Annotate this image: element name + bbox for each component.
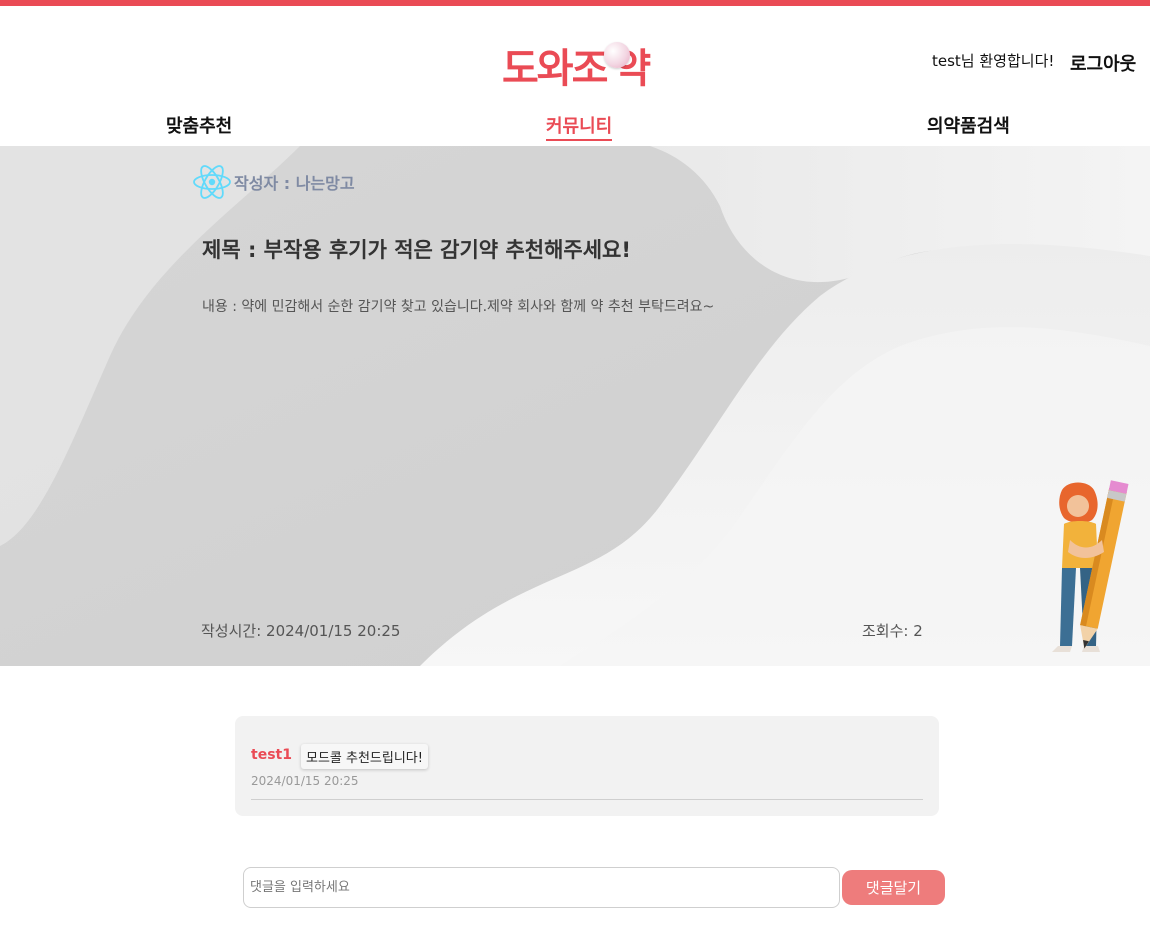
nav-item-community[interactable]: 커뮤니티 [546, 112, 613, 141]
welcome-message: test님 환영합니다! [932, 52, 1055, 70]
comment-submit-button[interactable]: 댓글달기 [842, 870, 945, 905]
paper-texture-background [0, 146, 1150, 666]
post-author: 작성자 : 나는망고 [192, 162, 355, 202]
post-view-count: 조회수: 2 [862, 622, 923, 640]
comment-list: test1 모드콜 추천드립니다! 2024/01/15 20:25 [235, 716, 939, 816]
react-atom-icon [193, 165, 231, 199]
post-author-label: 작성자 : 나는망고 [234, 174, 355, 193]
logo-text: 도와조 [502, 46, 608, 92]
girl-with-pencil-illustration [1052, 480, 1129, 652]
comment-divider [251, 799, 923, 800]
post-content: 내용 : 약에 민감해서 순한 감기약 찾고 있습니다.제약 회사와 함께 약 … [202, 299, 715, 315]
nav-item-medicine-search[interactable]: 의약품검색 [927, 112, 1010, 138]
comment-text: 모드콜 추천드립니다! [301, 744, 428, 769]
logout-button[interactable]: 로그아웃 [1070, 50, 1136, 76]
post-title: 제목 : 부작용 후기가 적은 감기약 추천해주세요! [202, 238, 631, 262]
nav-item-recommend[interactable]: 맞춤추천 [166, 112, 232, 138]
post-detail-panel: 작성자 : 나는망고 제목 : 부작용 후기가 적은 감기약 추천해주세요! 내… [0, 146, 1150, 666]
comment-date: 2024/01/15 20:25 [251, 774, 359, 788]
comment-input[interactable] [243, 867, 840, 908]
site-logo[interactable]: 도와조 약 [502, 38, 651, 92]
post-created-time: 작성시간: 2024/01/15 20:25 [201, 622, 401, 640]
comment-author: test1 [251, 747, 292, 763]
site-header: 도와조 약 test님 환영합니다! 로그아웃 맞춤추천 커뮤니티 의약품검색 [0, 6, 1150, 146]
